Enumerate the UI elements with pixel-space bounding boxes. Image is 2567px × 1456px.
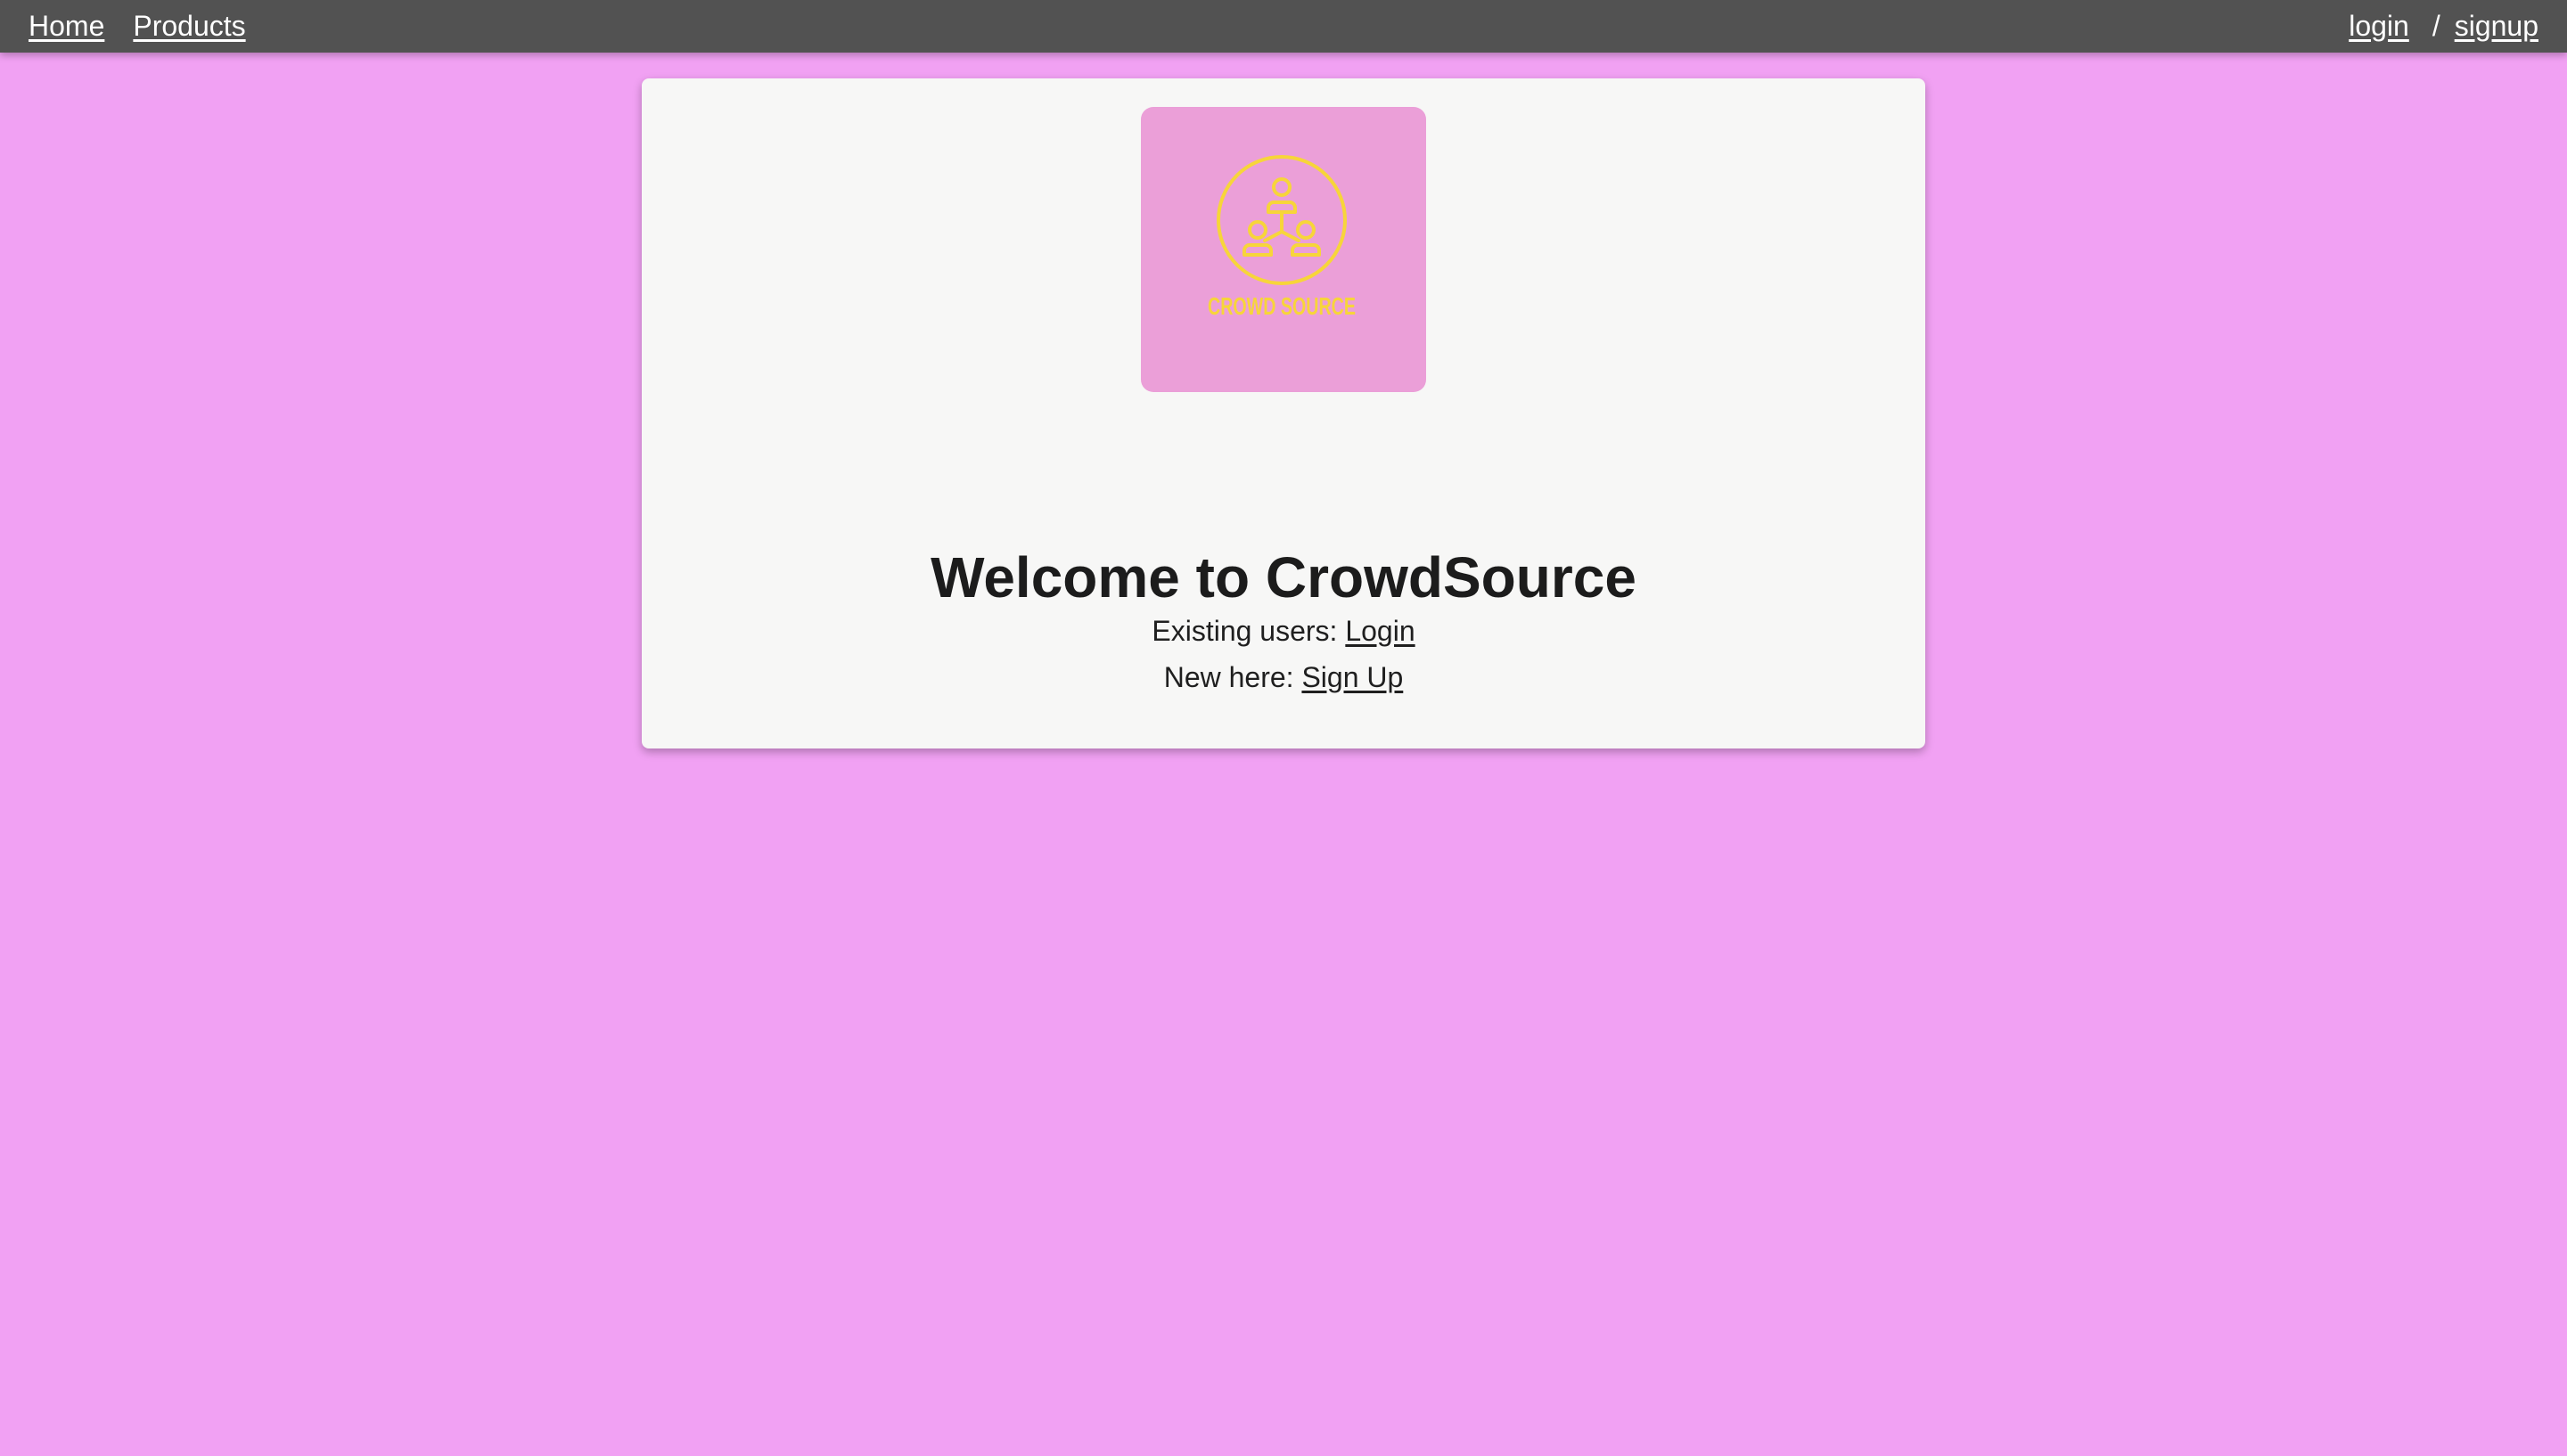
nav-login-link[interactable]: login [2349, 10, 2409, 43]
people-network-icon: CROWD SOURCE [1208, 155, 1356, 320]
nav-products-link[interactable]: Products [133, 10, 245, 43]
logo-text: CROWD SOURCE [1208, 292, 1356, 320]
existing-users-label: Existing users: [1152, 615, 1346, 647]
page-title: Welcome to CrowdSource [931, 545, 1636, 609]
nav-home-link[interactable]: Home [29, 10, 104, 43]
top-navbar: Home Products login / signup [0, 0, 2567, 53]
nav-signup-link[interactable]: signup [2455, 10, 2538, 43]
signup-link[interactable]: Sign Up [1301, 661, 1403, 693]
new-users-line: New here: Sign Up [642, 654, 1925, 700]
crowdsource-logo: CROWD SOURCE [1141, 107, 1426, 392]
nav-right-group: login / signup [2349, 10, 2538, 43]
nav-left-group: Home Products [29, 10, 246, 43]
login-link[interactable]: Login [1345, 615, 1415, 647]
welcome-card: CROWD SOURCE Welcome to CrowdSource Exis… [642, 78, 1925, 748]
new-users-label: New here: [1163, 661, 1302, 693]
existing-users-line: Existing users: Login [642, 608, 1925, 654]
nav-separator: / [2432, 10, 2440, 42]
